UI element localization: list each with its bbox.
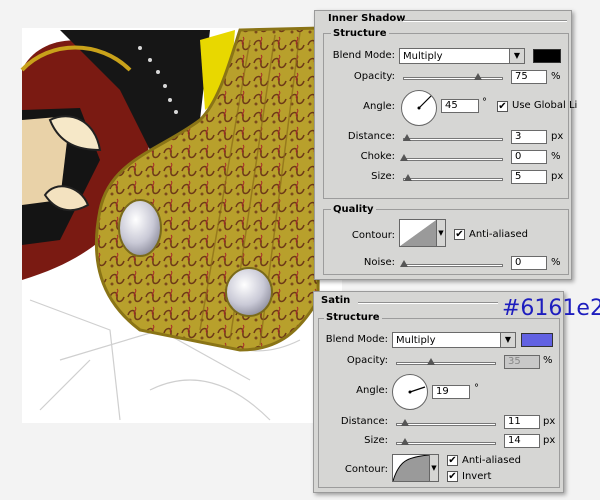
satin-size-input[interactable]: 14: [504, 434, 540, 448]
inner-shadow-blend-mode-value: Multiply: [403, 51, 443, 62]
satin-size-label: Size:: [364, 435, 388, 446]
satin-distance-input[interactable]: 11: [504, 415, 540, 429]
inner-shadow-size-thumb[interactable]: [404, 174, 412, 181]
chevron-down-icon: ▼: [509, 49, 524, 63]
satin-size-slider[interactable]: [396, 442, 496, 445]
satin-structure-title: Structure: [324, 312, 382, 323]
inner-shadow-choke-thumb[interactable]: [400, 154, 408, 161]
inner-shadow-distance-unit: px: [551, 131, 564, 142]
satin-invert-checkbox[interactable]: ✔: [447, 471, 458, 482]
inner-shadow-size-label: Size:: [371, 171, 395, 182]
inner-shadow-noise-thumb[interactable]: [400, 260, 408, 267]
satin-distance-unit: px: [543, 416, 556, 427]
inner-shadow-size-slider[interactable]: [403, 178, 503, 181]
satin-blend-mode-label: Blend Mode:: [325, 334, 388, 345]
satin-contour-label: Contour:: [344, 464, 388, 475]
satin-distance-thumb[interactable]: [401, 419, 409, 426]
inner-shadow-opacity-thumb[interactable]: [474, 73, 482, 80]
angle-needle-icon: [408, 386, 426, 394]
satin-distance-label: Distance:: [340, 416, 388, 427]
inner-shadow-blend-mode-select[interactable]: Multiply ▼: [399, 48, 525, 64]
chevron-down-icon[interactable]: ▼: [429, 454, 439, 482]
contour-curve-icon: [392, 454, 430, 482]
inner-shadow-angle-unit: °: [482, 97, 487, 108]
inner-shadow-global-light-label: Use Global Li: [512, 100, 578, 111]
inner-shadow-distance-input[interactable]: 3: [511, 130, 547, 144]
contour-linear-icon: [400, 220, 436, 246]
satin-title-rule: [358, 302, 498, 304]
inner-shadow-opacity-label: Opacity:: [353, 71, 395, 82]
inner-shadow-contour-label: Contour:: [351, 230, 395, 241]
inner-shadow-angle-input[interactable]: 45: [441, 99, 479, 113]
satin-size-thumb[interactable]: [401, 438, 409, 445]
inner-shadow-distance-label: Distance:: [347, 131, 395, 142]
inner-shadow-angle-label: Angle:: [363, 101, 395, 112]
color-hex-annotation: #6161e2: [502, 296, 600, 321]
inner-shadow-size-input[interactable]: 5: [511, 170, 547, 184]
inner-shadow-global-light-checkbox[interactable]: ✔: [497, 101, 508, 112]
inner-shadow-opacity-unit: %: [551, 71, 561, 82]
satin-opacity-input[interactable]: 35: [504, 355, 540, 369]
chevron-down-icon[interactable]: ▼: [436, 219, 446, 247]
inner-shadow-title: Inner Shadow: [328, 13, 406, 24]
chevron-down-icon: ▼: [500, 333, 515, 347]
satin-contour-picker[interactable]: [392, 454, 430, 482]
satin-opacity-slider[interactable]: [396, 362, 496, 365]
satin-title: Satin: [321, 295, 351, 306]
inner-shadow-panel: Inner Shadow Structure Blend Mode: Multi…: [314, 10, 577, 280]
inner-shadow-anti-aliased-label: Anti-aliased: [469, 229, 529, 240]
inner-shadow-angle-dial[interactable]: [401, 90, 437, 126]
satin-angle-input[interactable]: 19: [432, 385, 470, 399]
inner-shadow-contour-picker[interactable]: [399, 219, 437, 247]
satin-distance-slider[interactable]: [396, 423, 496, 426]
satin-anti-aliased-label: Anti-aliased: [462, 455, 522, 466]
satin-opacity-thumb[interactable]: [427, 358, 435, 365]
satin-angle-dial[interactable]: [392, 374, 428, 410]
inner-shadow-blend-mode-label: Blend Mode:: [332, 50, 395, 61]
satin-invert-label: Invert: [462, 471, 492, 482]
inner-shadow-anti-aliased-checkbox[interactable]: ✔: [454, 229, 465, 240]
inner-shadow-distance-thumb[interactable]: [403, 134, 411, 141]
inner-shadow-noise-input[interactable]: 0: [511, 256, 547, 270]
inner-shadow-opacity-input[interactable]: 75: [511, 70, 547, 84]
inner-shadow-opacity-slider[interactable]: [403, 77, 503, 80]
satin-angle-unit: °: [474, 383, 479, 394]
inner-shadow-color-swatch[interactable]: [533, 49, 561, 63]
angle-needle-icon: [417, 95, 432, 110]
checkmark-icon: ✔: [455, 229, 464, 240]
inner-shadow-noise-slider[interactable]: [403, 264, 503, 267]
satin-angle-label: Angle:: [356, 385, 388, 396]
inner-shadow-structure-title: Structure: [331, 28, 389, 39]
satin-panel: Satin Structure Blend Mode: Multiply ▼ O…: [313, 291, 564, 493]
satin-size-unit: px: [543, 435, 556, 446]
inner-shadow-size-unit: px: [551, 171, 564, 182]
satin-opacity-unit: %: [543, 355, 553, 366]
satin-color-swatch[interactable]: [521, 333, 553, 347]
satin-blend-mode-value: Multiply: [396, 335, 436, 346]
inner-shadow-choke-unit: %: [551, 151, 561, 162]
inner-shadow-title-rule: [403, 20, 567, 22]
inner-shadow-choke-slider[interactable]: [403, 158, 503, 161]
inner-shadow-noise-unit: %: [551, 257, 561, 268]
satin-anti-aliased-checkbox[interactable]: ✔: [447, 455, 458, 466]
inner-shadow-choke-label: Choke:: [360, 151, 395, 162]
inner-shadow-quality-title: Quality: [331, 204, 376, 215]
satin-opacity-label: Opacity:: [346, 355, 388, 366]
inner-shadow-distance-slider[interactable]: [403, 138, 503, 141]
inner-shadow-choke-input[interactable]: 0: [511, 150, 547, 164]
checkmark-icon: ✔: [498, 101, 507, 112]
checkmark-icon: ✔: [448, 455, 457, 466]
checkmark-icon: ✔: [448, 471, 457, 482]
inner-shadow-noise-label: Noise:: [363, 257, 395, 268]
satin-blend-mode-select[interactable]: Multiply ▼: [392, 332, 516, 348]
